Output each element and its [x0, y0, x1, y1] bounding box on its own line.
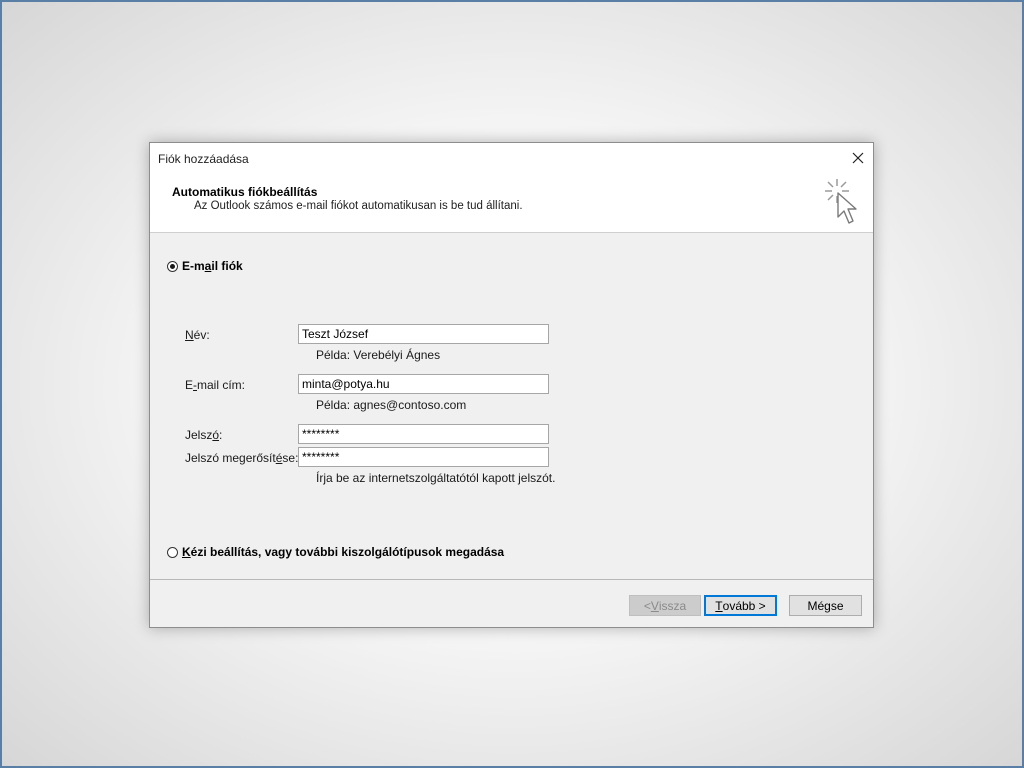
radio-unselected-icon [167, 546, 178, 558]
close-icon [852, 152, 864, 164]
footer-separator [150, 579, 873, 580]
password-field[interactable] [298, 424, 549, 444]
dialog-header: Automatikus fiókbeállítás Az Outlook szá… [150, 173, 873, 233]
email-example-hint: Példa: agnes@contoso.com [316, 398, 467, 412]
email-label: E-mail cím: [185, 378, 246, 392]
password-confirm-field[interactable] [298, 447, 549, 467]
back-button[interactable]: < Vissza [629, 595, 701, 616]
radio-selected-icon [167, 260, 178, 272]
header-title: Automatikus fiókbeállítás [172, 185, 318, 199]
name-label: Név: [185, 328, 210, 342]
close-button[interactable] [843, 143, 873, 173]
dialog-title: Fiók hozzáadása [158, 152, 249, 166]
email-account-label: E-mail fiók [182, 259, 243, 273]
cursor-sparkle-icon [825, 179, 857, 224]
header-subtitle: Az Outlook számos e-mail fiókot automati… [194, 200, 523, 212]
add-account-dialog: Fiók hozzáadása Automatikus fiókbeállítá… [149, 142, 874, 628]
title-bar: Fiók hozzáadása [150, 143, 873, 173]
manual-setup-label: Kézi beállítás, vagy további kiszolgálót… [182, 545, 505, 559]
email-account-radio[interactable]: E-mail fiók [167, 259, 243, 273]
name-example-hint: Példa: Verebélyi Ágnes [316, 348, 441, 362]
password-confirm-label: Jelszó megerősítése: [185, 451, 299, 465]
cancel-button[interactable]: Mégse [789, 595, 862, 616]
next-button[interactable]: Tovább > [704, 595, 777, 616]
password-hint: Írja be az internetszolgáltatótól kapott… [316, 471, 556, 485]
email-field[interactable] [298, 374, 549, 394]
password-label: Jelszó: [185, 428, 223, 442]
manual-setup-radio[interactable]: Kézi beállítás, vagy további kiszolgálót… [167, 545, 504, 559]
name-field[interactable] [298, 324, 549, 344]
